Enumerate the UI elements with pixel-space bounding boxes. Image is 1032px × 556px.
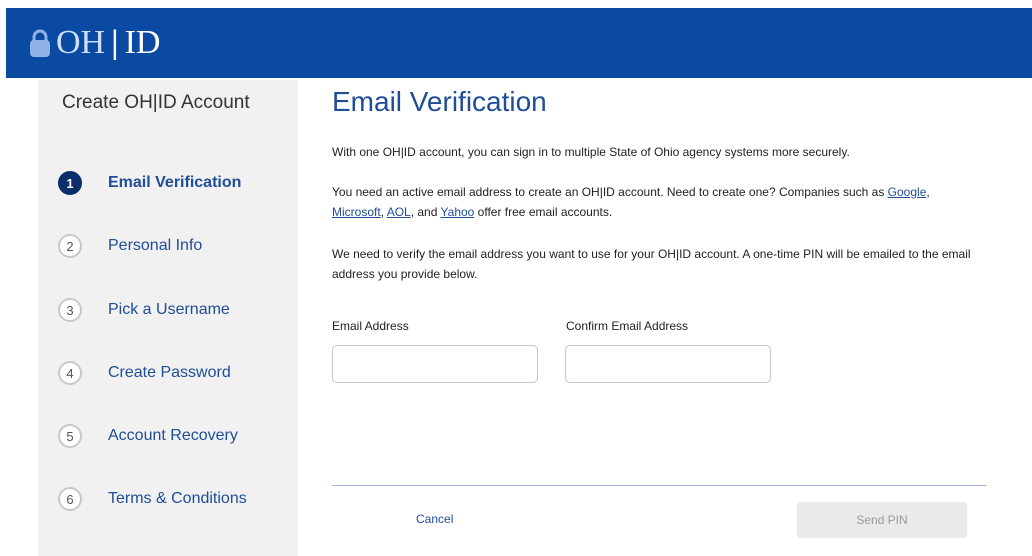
email-label: Email Address bbox=[332, 319, 409, 333]
page-title: Email Verification bbox=[332, 86, 547, 117]
yahoo-link[interactable]: Yahoo bbox=[441, 205, 475, 219]
paragraph-text: , and bbox=[410, 205, 441, 219]
step-terms-conditions[interactable]: 6 Terms & Conditions bbox=[58, 484, 247, 514]
paragraph-text: You need an active email address to crea… bbox=[332, 185, 888, 199]
microsoft-link[interactable]: Microsoft bbox=[332, 205, 381, 219]
step-label: Email Verification bbox=[108, 174, 242, 191]
paragraph-text: , bbox=[926, 185, 930, 199]
step-number: 6 bbox=[58, 487, 82, 511]
step-label: Account Recovery bbox=[108, 427, 238, 444]
steps-sidebar: Create OH|ID Account 1 Email Verificatio… bbox=[38, 80, 298, 556]
step-number: 4 bbox=[58, 361, 82, 385]
main-content: Email Verification With one OH|ID accoun… bbox=[332, 80, 992, 556]
step-number: 3 bbox=[58, 298, 82, 322]
step-account-recovery[interactable]: 5 Account Recovery bbox=[58, 421, 238, 451]
logo-oh: OH bbox=[56, 24, 106, 61]
logo-separator: | bbox=[111, 24, 119, 61]
divider bbox=[332, 485, 986, 486]
ohid-logo[interactable]: OH | ID bbox=[28, 24, 161, 62]
step-label: Create Password bbox=[108, 364, 231, 381]
step-label: Pick a Username bbox=[108, 301, 230, 318]
step-label: Terms & Conditions bbox=[108, 490, 247, 507]
email-needed-paragraph: You need an active email address to crea… bbox=[332, 182, 982, 222]
step-number: 2 bbox=[58, 234, 82, 258]
confirm-email-label: Confirm Email Address bbox=[566, 319, 689, 333]
lock-icon bbox=[30, 29, 50, 57]
send-pin-button[interactable]: Send PIN bbox=[797, 502, 967, 538]
sidebar-title: Create OH|ID Account bbox=[62, 92, 250, 113]
step-email-verification[interactable]: 1 Email Verification bbox=[58, 168, 241, 198]
confirm-email-input[interactable] bbox=[565, 345, 771, 383]
logo-id: ID bbox=[124, 24, 161, 61]
step-number: 1 bbox=[58, 171, 82, 195]
paragraph-text: offer free email accounts. bbox=[474, 205, 613, 219]
step-create-password[interactable]: 4 Create Password bbox=[58, 358, 231, 388]
google-link[interactable]: Google bbox=[888, 185, 927, 199]
step-personal-info[interactable]: 2 Personal Info bbox=[58, 231, 202, 261]
step-number: 5 bbox=[58, 424, 82, 448]
step-pick-username[interactable]: 3 Pick a Username bbox=[58, 295, 230, 325]
verify-paragraph: We need to verify the email address you … bbox=[332, 247, 971, 281]
email-input[interactable] bbox=[332, 345, 538, 383]
aol-link[interactable]: AOL bbox=[387, 205, 411, 219]
cancel-link[interactable]: Cancel bbox=[416, 512, 453, 526]
intro-paragraph: With one OH|ID account, you can sign in … bbox=[332, 145, 850, 159]
step-label: Personal Info bbox=[108, 237, 203, 254]
site-header: OH | ID bbox=[6, 8, 1032, 78]
